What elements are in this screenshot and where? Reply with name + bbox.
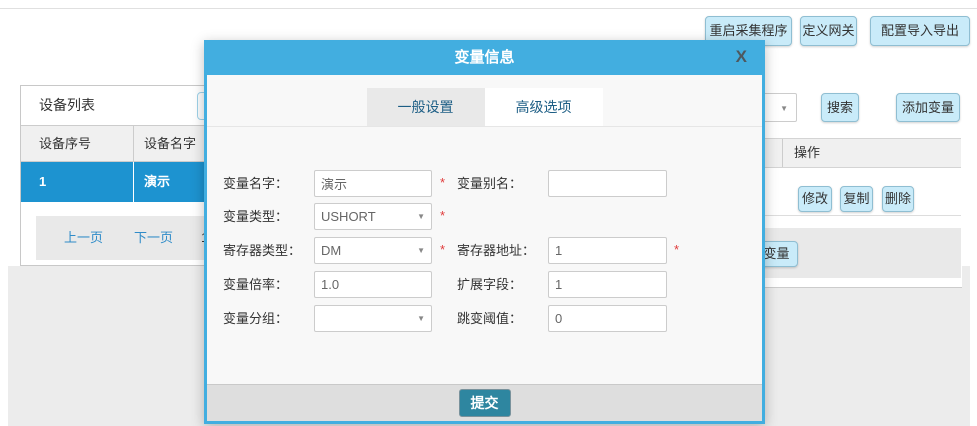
edit-button[interactable]: 修改: [798, 186, 832, 212]
dialog-title: 变量信息: [207, 40, 762, 75]
dialog-footer: 提交: [207, 384, 762, 421]
tabs-divider: [207, 126, 762, 127]
required-asterisk: *: [440, 208, 445, 223]
variable-type-label: 变量类型：: [223, 203, 288, 230]
variable-type-select[interactable]: USHORT ▼: [314, 203, 432, 230]
copy-button[interactable]: 复制: [840, 186, 873, 212]
add-variable-button[interactable]: 添加变量: [896, 93, 960, 122]
variable-name-wrap: [314, 170, 432, 197]
chevron-down-icon: ▼: [417, 314, 425, 323]
required-asterisk: *: [440, 242, 445, 257]
form-row: 变量名字： * 变量别名：: [207, 170, 762, 197]
register-address-input[interactable]: [548, 237, 667, 264]
device-row-serial: 1: [21, 162, 133, 202]
form-row: 变量分组： ▼ 跳变阈值：: [207, 305, 762, 332]
delete-button[interactable]: 删除: [882, 186, 914, 212]
required-asterisk: *: [440, 175, 445, 190]
variable-alias-input[interactable]: [548, 170, 667, 197]
required-asterisk: *: [674, 242, 679, 257]
extended-field-input[interactable]: [548, 271, 667, 298]
variable-info-dialog: 变量信息 X 一般设置 高级选项 变量名字： * 变量别名： 变量类型： USH…: [204, 40, 765, 424]
extended-field-label: 扩展字段：: [457, 271, 522, 298]
chevron-down-icon: ▼: [417, 246, 425, 255]
register-address-label: 寄存器地址：: [457, 237, 535, 264]
column-device-serial: 设备序号: [21, 126, 133, 161]
variable-rate-input[interactable]: [314, 271, 432, 298]
config-import-export-button[interactable]: 配置导入导出: [870, 16, 970, 46]
next-page-link[interactable]: 下一页: [134, 216, 173, 260]
top-divider: [0, 8, 977, 9]
variable-group-label: 变量分组：: [223, 305, 288, 332]
define-gateway-button[interactable]: 定义网关: [800, 16, 857, 46]
register-type-select[interactable]: DM ▼: [314, 237, 432, 264]
variable-name-input[interactable]: [314, 170, 432, 197]
dialog-tabs: 一般设置 高级选项: [367, 88, 603, 126]
submit-button[interactable]: 提交: [459, 389, 511, 417]
form-row: 寄存器类型： DM ▼ * 寄存器地址： *: [207, 237, 762, 264]
form-row: 变量倍率： 扩展字段：: [207, 271, 762, 298]
variable-rate-wrap: [314, 271, 432, 298]
register-type-label: 寄存器类型：: [223, 237, 301, 264]
dialog-titlebar: 变量信息 X: [207, 40, 762, 75]
variable-group-select[interactable]: ▼: [314, 305, 432, 332]
variable-alias-label: 变量别名：: [457, 170, 522, 197]
variable-name-label: 变量名字：: [223, 170, 288, 197]
extended-field-wrap: [548, 271, 667, 298]
chevron-down-icon: ▼: [417, 212, 425, 221]
variable-rate-label: 变量倍率：: [223, 271, 288, 298]
register-type-value: DM: [321, 243, 341, 258]
close-icon[interactable]: X: [736, 40, 747, 73]
tab-general-settings[interactable]: 一般设置: [367, 88, 485, 126]
form-row: 变量类型： USHORT ▼ *: [207, 203, 762, 230]
variable-alias-wrap: [548, 170, 667, 197]
search-button[interactable]: 搜索: [821, 93, 859, 122]
variable-type-value: USHORT: [321, 209, 376, 224]
prev-page-link[interactable]: 上一页: [64, 216, 103, 260]
device-list-title: 设备列表: [39, 86, 95, 125]
jump-threshold-label: 跳变阈值：: [457, 305, 522, 332]
jump-threshold-input[interactable]: [548, 305, 667, 332]
register-address-wrap: [548, 237, 667, 264]
column-operation: 操作: [782, 139, 820, 167]
tab-advanced-options[interactable]: 高级选项: [485, 88, 603, 126]
chevron-down-icon: ▼: [780, 104, 788, 113]
jump-threshold-wrap: [548, 305, 667, 332]
